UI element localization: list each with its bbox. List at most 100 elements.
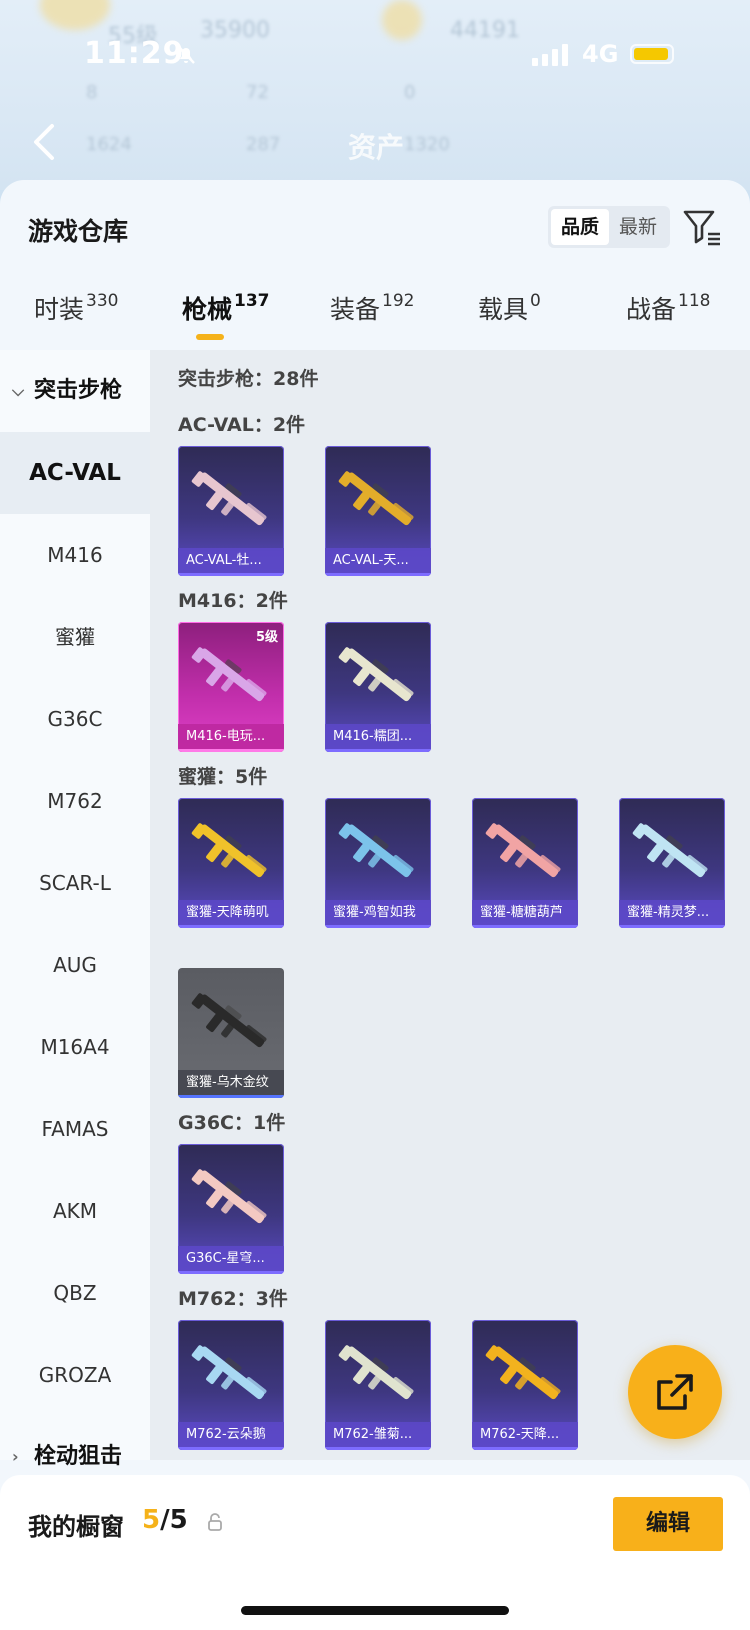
- bell-off-icon: [177, 45, 195, 64]
- sort-newest-button[interactable]: 最新: [609, 209, 667, 245]
- weapon-category-list: ⌵ 突击步枪 AC-VAL M416 蜜獾 G36C M762 SCAR-L AUG M16A…: [0, 350, 150, 1469]
- showcase-count: 5/5: [142, 1505, 188, 1535]
- category-item-aug[interactable]: AUG: [0, 924, 150, 1006]
- tab-label: 装备: [330, 295, 381, 324]
- category-item-groza[interactable]: GROZA: [0, 1334, 150, 1416]
- section-title: M416：2件: [178, 590, 288, 612]
- network-label: 4G: [582, 40, 619, 68]
- weapon-skin-card[interactable]: G36C-星穹...: [178, 1144, 284, 1274]
- ghost-stat-d: 1624: [86, 134, 132, 155]
- lock-icon: [208, 1513, 222, 1531]
- showcase-used: 5: [142, 1505, 161, 1535]
- home-indicator: [241, 1606, 509, 1615]
- tab-equipment[interactable]: 装备 192: [330, 290, 414, 326]
- weapon-skin-card[interactable]: M762-雏菊...: [325, 1320, 431, 1450]
- share-icon: [657, 1374, 693, 1410]
- weapon-skin-card[interactable]: 蜜獾-乌木金纹: [178, 968, 284, 1098]
- category-item-scar-l[interactable]: SCAR-L: [0, 842, 150, 924]
- category-item--[interactable]: 蜜獾: [0, 596, 150, 678]
- back-arrow-icon[interactable]: [26, 120, 66, 164]
- warehouse-title: 游戏仓库: [28, 217, 129, 246]
- tab-label: 枪械: [182, 295, 233, 324]
- weapon-skin-card[interactable]: 蜜獾-鸡智如我: [325, 798, 431, 928]
- tab-label: 载具: [478, 295, 529, 324]
- showcase-title: 我的橱窗: [28, 1513, 124, 1541]
- ghost-stat-c: 0: [404, 82, 416, 103]
- category-item-qbz[interactable]: QBZ: [0, 1252, 150, 1334]
- weapon-skin-name: 蜜獾-糖糖葫芦: [472, 900, 578, 928]
- rifle-icon: [191, 1169, 267, 1224]
- tab-active-indicator: [196, 334, 224, 340]
- level-badge: 5级: [255, 630, 278, 645]
- weapon-skin-card[interactable]: 蜜獾-精灵梦...: [619, 798, 725, 928]
- category-item-m762[interactable]: M762: [0, 760, 150, 842]
- tab-vehicles[interactable]: 载具 0: [478, 290, 541, 326]
- category-group-label: 栓动狙击: [34, 1444, 123, 1469]
- rifle-icon: [338, 1345, 414, 1400]
- asset-header-background: 55级 35900 44191 8 72 0 1624 287 1320 11:…: [0, 0, 750, 190]
- weapon-skin-card[interactable]: AC-VAL-天...: [325, 446, 431, 576]
- weapon-skin-card[interactable]: M762-天降...: [472, 1320, 578, 1450]
- status-time: 11:29: [84, 36, 185, 71]
- category-item-g36c[interactable]: G36C: [0, 678, 150, 760]
- section-title: M762：3件: [178, 1288, 288, 1310]
- tab-fashion[interactable]: 时装 330: [34, 290, 118, 326]
- weapon-skin-card[interactable]: 蜜獾-天降萌叽: [178, 798, 284, 928]
- category-summary: 突击步枪：28件: [178, 368, 319, 390]
- weapon-skin-name: 蜜獾-天降萌叽: [178, 900, 284, 928]
- warehouse-sheet: 游戏仓库 品质 最新 时装 330 枪械 137 装备 192 载具 0 战备 118: [0, 180, 750, 1630]
- filter-icon[interactable]: [682, 208, 722, 246]
- section-title: 蜜獾：5件: [178, 766, 268, 788]
- rifle-icon: [485, 1345, 561, 1400]
- section-title: AC-VAL：2件: [178, 414, 306, 436]
- weapon-skin-name: M416-糯团...: [325, 724, 431, 752]
- tab-count: 137: [234, 291, 270, 311]
- tab-supplies[interactable]: 战备 118: [626, 290, 710, 326]
- weapon-skin-card[interactable]: 5级 M416-电玩...: [178, 622, 284, 752]
- ghost-stat-a: 8: [86, 82, 98, 103]
- rifle-icon: [338, 471, 414, 526]
- weapon-skin-card[interactable]: AC-VAL-牡...: [178, 446, 284, 576]
- weapon-skin-card[interactable]: 蜜獾-糖糖葫芦: [472, 798, 578, 928]
- rifle-icon: [485, 823, 561, 878]
- weapon-skin-name: M762-云朵鹅: [178, 1422, 284, 1450]
- section-title: G36C：1件: [178, 1112, 286, 1134]
- rifle-icon: [338, 647, 414, 702]
- ghost-score: 44191: [450, 18, 520, 43]
- rifle-icon: [191, 471, 267, 526]
- rifle-icon: [191, 1345, 267, 1400]
- weapon-skin-name: 蜜獾-乌木金纹: [178, 1070, 284, 1098]
- category-group-assault-rifle[interactable]: ⌵ 突击步枪: [0, 350, 150, 432]
- weapon-skin-name: AC-VAL-天...: [325, 548, 431, 576]
- rifle-icon: [191, 647, 267, 702]
- category-item-m416[interactable]: M416: [0, 514, 150, 596]
- category-item-ac-val[interactable]: AC-VAL: [0, 432, 150, 514]
- category-tabs: 时装 330 枪械 137 装备 192 载具 0 战备 118: [0, 290, 750, 350]
- signal-icon: [532, 42, 568, 66]
- weapon-skin-name: M762-雏菊...: [325, 1422, 431, 1450]
- ghost-stat-e: 287: [246, 134, 281, 155]
- weapon-grid: 突击步枪：28件 AC-VAL：2件 AC-VAL-牡... AC-VAL-天...…: [150, 350, 750, 1460]
- share-button[interactable]: [628, 1345, 722, 1439]
- category-item-akm[interactable]: AKM: [0, 1170, 150, 1252]
- sort-quality-button[interactable]: 品质: [551, 209, 610, 245]
- category-item-m16a4[interactable]: M16A4: [0, 1006, 150, 1088]
- tab-label: 时装: [34, 295, 85, 324]
- category-item-famas[interactable]: FAMAS: [0, 1088, 150, 1170]
- tab-count: 118: [678, 291, 711, 311]
- chevron-down-icon: ⌵: [12, 381, 25, 400]
- tab-count: 0: [530, 291, 541, 311]
- battery-icon: [630, 44, 674, 64]
- tab-guns[interactable]: 枪械 137: [182, 290, 270, 340]
- rifle-icon: [338, 823, 414, 878]
- weapon-skin-card[interactable]: M762-云朵鹅: [178, 1320, 284, 1450]
- category-group-label: 突击步枪: [34, 378, 123, 403]
- showcase-total: /5: [160, 1505, 188, 1535]
- edit-button[interactable]: 编辑: [613, 1497, 723, 1551]
- weapon-skin-card[interactable]: M416-糯团...: [325, 622, 431, 752]
- tab-count: 192: [382, 291, 415, 311]
- rifle-icon: [632, 823, 708, 878]
- ghost-stat-b: 72: [246, 82, 269, 103]
- tab-label: 战备: [626, 295, 677, 324]
- weapon-skin-name: M416-电玩...: [178, 724, 284, 752]
